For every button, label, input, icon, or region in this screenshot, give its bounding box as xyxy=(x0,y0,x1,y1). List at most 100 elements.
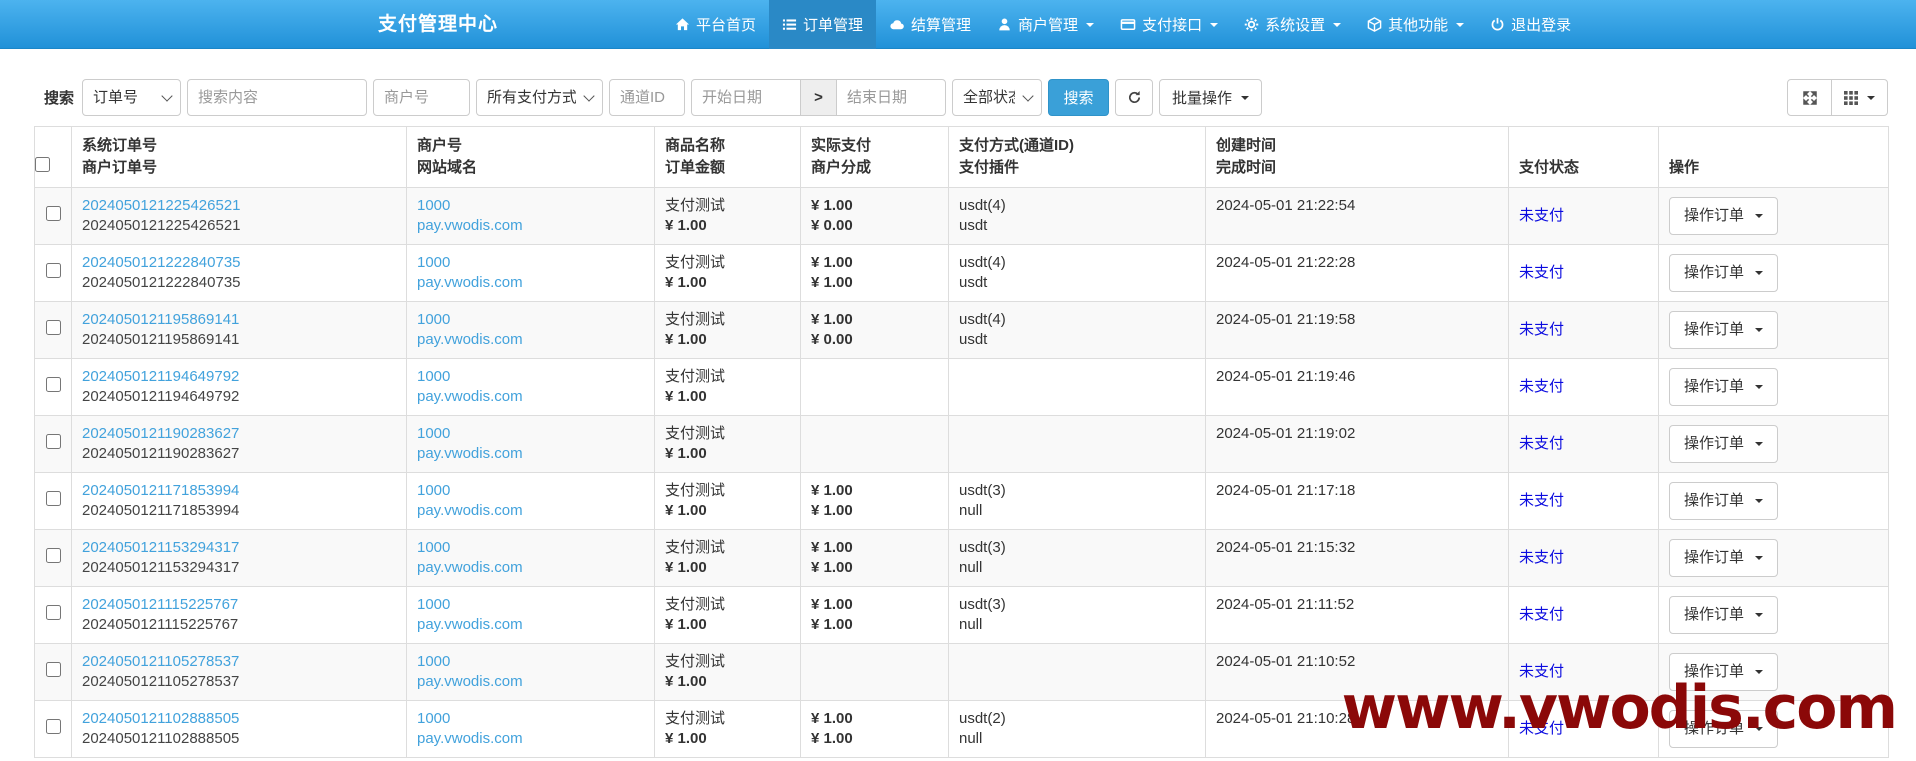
merchant-order-no: 2024050121194649792 xyxy=(82,388,240,405)
nav-item-4[interactable]: 支付接口 xyxy=(1107,0,1231,49)
share-amount: ¥ 1.00 xyxy=(811,559,853,576)
merchant-order-no: 2024050121153294317 xyxy=(82,559,240,576)
order-action-button[interactable]: 操作订单 xyxy=(1669,311,1779,349)
order-action-button[interactable]: 操作订单 xyxy=(1669,254,1779,292)
domain-link[interactable]: pay.vwodis.com xyxy=(417,615,644,635)
status-select[interactable]: 全部状态 xyxy=(952,79,1043,116)
share-amount xyxy=(811,444,938,464)
merchant-input[interactable] xyxy=(373,79,471,116)
system-order-link[interactable]: 2024050121194649792 xyxy=(82,367,396,387)
merchant-id-link[interactable]: 1000 xyxy=(417,367,644,387)
channel-id-input[interactable] xyxy=(609,79,686,116)
row-checkbox[interactable] xyxy=(45,319,61,335)
share-amount xyxy=(811,387,938,407)
merchant-id-link[interactable]: 1000 xyxy=(417,595,644,615)
domain-link[interactable]: pay.vwodis.com xyxy=(417,729,644,749)
col-select xyxy=(34,126,72,188)
order-action-button[interactable]: 操作订单 xyxy=(1669,653,1779,691)
search-button[interactable]: 搜索 xyxy=(1048,79,1110,116)
caret-down-icon xyxy=(1333,22,1342,27)
created-time: 2024-05-01 21:10:52 xyxy=(1216,653,1356,670)
row-checkbox[interactable] xyxy=(45,205,61,221)
domain-link[interactable]: pay.vwodis.com xyxy=(417,444,644,464)
paytype-select[interactable]: 所有支付方式 xyxy=(476,79,604,116)
search-field-select[interactable]: 订单号 xyxy=(82,79,182,116)
keyword-input[interactable] xyxy=(187,79,368,116)
domain-link[interactable]: pay.vwodis.com xyxy=(417,387,644,407)
product-name: 支付测试 xyxy=(665,482,726,499)
caret-down-icon xyxy=(1456,22,1465,27)
row-checkbox[interactable] xyxy=(45,718,61,734)
status-badge: 未支付 xyxy=(1519,549,1565,566)
row-checkbox[interactable] xyxy=(45,262,61,278)
order-action-button[interactable]: 操作订单 xyxy=(1669,425,1779,463)
order-action-button[interactable]: 操作订单 xyxy=(1669,197,1779,235)
grid-icon xyxy=(1844,90,1858,105)
system-order-link[interactable]: 2024050121195869141 xyxy=(82,310,396,330)
order-amount: ¥ 1.00 xyxy=(665,445,707,462)
system-order-link[interactable]: 2024050121225426521 xyxy=(82,196,396,216)
caret-down-icon xyxy=(1755,556,1764,560)
row-checkbox[interactable] xyxy=(45,547,61,563)
col-time: 创建时间 完成时间 xyxy=(1205,126,1509,188)
merchant-id-link[interactable]: 1000 xyxy=(417,538,644,558)
row-checkbox[interactable] xyxy=(45,661,61,677)
nav-item-6[interactable]: 其他功能 xyxy=(1354,0,1477,49)
status-badge: 未支付 xyxy=(1519,435,1565,452)
row-checkbox[interactable] xyxy=(45,490,61,506)
system-order-link[interactable]: 2024050121222840735 xyxy=(82,253,396,273)
fullscreen-button[interactable] xyxy=(1787,79,1832,116)
domain-link[interactable]: pay.vwodis.com xyxy=(417,216,644,236)
order-action-button[interactable]: 操作订单 xyxy=(1669,596,1779,634)
order-action-button[interactable]: 操作订单 xyxy=(1669,710,1779,748)
pay-type: usdt(2) xyxy=(959,710,1006,727)
search-label: 搜索 xyxy=(44,90,75,107)
row-checkbox[interactable] xyxy=(45,376,61,392)
domain-link[interactable]: pay.vwodis.com xyxy=(417,330,644,350)
merchant-id-link[interactable]: 1000 xyxy=(417,709,644,729)
pay-type: usdt(4) xyxy=(959,254,1006,271)
merchant-id-link[interactable]: 1000 xyxy=(417,196,644,216)
system-order-link[interactable]: 2024050121102888505 xyxy=(82,709,396,729)
start-date-input[interactable] xyxy=(691,79,802,116)
created-time: 2024-05-01 21:22:54 xyxy=(1216,197,1356,214)
nav-item-7[interactable]: 退出登录 xyxy=(1477,0,1584,49)
merchant-id-link[interactable]: 1000 xyxy=(417,424,644,444)
merchant-id-link[interactable]: 1000 xyxy=(417,310,644,330)
nav-item-3[interactable]: 商户管理 xyxy=(984,0,1107,49)
domain-link[interactable]: pay.vwodis.com xyxy=(417,501,644,521)
order-amount: ¥ 1.00 xyxy=(665,673,707,690)
pay-type: usdt(4) xyxy=(959,311,1006,328)
refresh-button[interactable] xyxy=(1115,79,1154,116)
order-action-button[interactable]: 操作订单 xyxy=(1669,482,1779,520)
system-order-link[interactable]: 2024050121115225767 xyxy=(82,595,396,615)
paid-amount xyxy=(811,424,938,444)
system-order-link[interactable]: 2024050121105278537 xyxy=(82,652,396,672)
order-action-button[interactable]: 操作订单 xyxy=(1669,368,1779,406)
end-date-input[interactable] xyxy=(836,79,947,116)
domain-link[interactable]: pay.vwodis.com xyxy=(417,273,644,293)
domain-link[interactable]: pay.vwodis.com xyxy=(417,558,644,578)
order-action-button[interactable]: 操作订单 xyxy=(1669,539,1779,577)
system-order-link[interactable]: 2024050121190283627 xyxy=(82,424,396,444)
merchant-id-link[interactable]: 1000 xyxy=(417,652,644,672)
system-order-link[interactable]: 2024050121153294317 xyxy=(82,538,396,558)
columns-button[interactable] xyxy=(1831,79,1888,116)
row-checkbox[interactable] xyxy=(45,433,61,449)
pay-plugin: null xyxy=(959,559,983,576)
nav-item-2[interactable]: 结算管理 xyxy=(876,0,984,49)
merchant-id-link[interactable]: 1000 xyxy=(417,253,644,273)
row-checkbox[interactable] xyxy=(45,604,61,620)
nav-item-1[interactable]: 订单管理 xyxy=(769,0,877,49)
date-range-group: > xyxy=(691,79,947,116)
merchant-id-link[interactable]: 1000 xyxy=(417,481,644,501)
batch-actions-button[interactable]: 批量操作 xyxy=(1159,79,1263,116)
col-paid: 实际支付 商户分成 xyxy=(800,126,949,188)
select-all-checkbox[interactable] xyxy=(35,157,50,172)
domain-link[interactable]: pay.vwodis.com xyxy=(417,672,644,692)
nav-item-5[interactable]: 系统设置 xyxy=(1231,0,1354,49)
nav-item-0[interactable]: 平台首页 xyxy=(662,0,769,49)
caret-down-icon xyxy=(1241,95,1250,100)
product-name: 支付测试 xyxy=(665,653,726,670)
system-order-link[interactable]: 2024050121171853994 xyxy=(82,481,396,501)
